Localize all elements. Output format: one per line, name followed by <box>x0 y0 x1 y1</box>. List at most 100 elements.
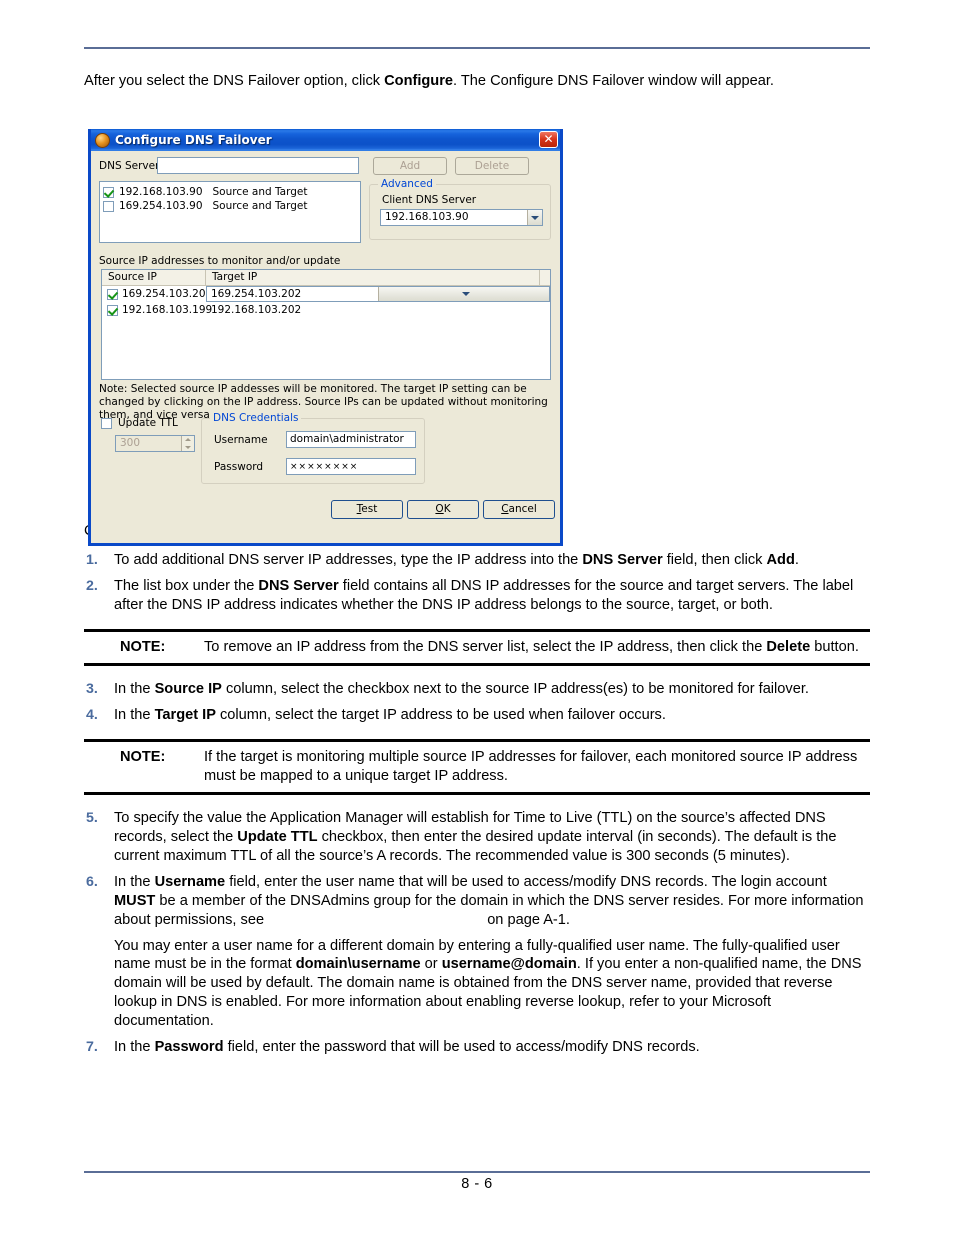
dns-server-label: DNS Server <box>99 160 160 172</box>
list-number: 1. <box>86 551 98 568</box>
ok-rest: K <box>443 503 451 515</box>
dialog-titlebar[interactable]: Configure DNS Failover ✕ <box>91 129 560 151</box>
list-item: 4. In the Target IP column, select the t… <box>84 706 870 725</box>
step4-t1: In the <box>114 706 155 723</box>
step7-t2: field, enter the password that will be u… <box>223 1039 700 1056</box>
target-ip-cell[interactable]: 192.168.103.202 <box>206 304 550 316</box>
note1-t2: button. <box>810 638 859 655</box>
intro-paragraph: After you select the DNS Failover option… <box>84 72 870 91</box>
step6-b2: MUST <box>114 892 156 909</box>
note2-t1: If the target is monitoring multiple sou… <box>204 748 858 784</box>
step2-b1: DNS Server <box>258 577 339 594</box>
list-number: 4. <box>86 706 98 723</box>
step2-t1: The list box under the <box>114 577 259 594</box>
spinner-arrows-icon[interactable] <box>181 436 194 451</box>
note-label: NOTE: <box>120 748 166 765</box>
note-block-2: NOTE: If the target is monitoring multip… <box>84 738 870 795</box>
list-item[interactable]: 169.254.103.90 Source and Target <box>100 199 360 213</box>
ok-accel: O <box>435 503 444 515</box>
close-icon[interactable]: ✕ <box>539 131 558 148</box>
step4-b1: Target IP <box>154 706 216 723</box>
server-ip: 169.254.103.90 <box>119 200 203 212</box>
checkbox-icon[interactable] <box>101 417 112 429</box>
step3-t2: column, select the checkbox next to the … <box>221 680 809 697</box>
step6-sub-b1: domain\username <box>295 956 421 973</box>
chevron-down-icon[interactable] <box>377 287 549 301</box>
note-text: If the target is monitoring multiple sou… <box>204 748 870 786</box>
checkbox-icon[interactable] <box>107 288 118 300</box>
list-item: 3. In the Source IP column, select the c… <box>84 680 870 699</box>
advanced-group: Advanced Client DNS Server 192.168.103.9… <box>369 178 551 240</box>
source-ip-section-label: Source IP addresses to monitor and/or up… <box>99 255 341 267</box>
column-header-target-ip[interactable]: Target IP <box>206 270 540 285</box>
username-value: domain\administrator <box>290 433 404 445</box>
list-item: 6. In the Username field, enter the user… <box>84 873 870 1032</box>
ttl-value: 300 <box>120 437 141 449</box>
application-icon <box>95 132 110 148</box>
dns-server-list[interactable]: 192.168.103.90 Source and Target 169.254… <box>99 181 361 243</box>
list-number: 6. <box>86 873 98 890</box>
step6-sub-b2: username@domain <box>441 956 577 973</box>
server-role: Source and Target <box>212 186 308 198</box>
source-ip-cell[interactable]: 192.168.103.199 <box>102 304 212 316</box>
column-header-source-ip[interactable]: Source IP <box>102 270 206 285</box>
source-ip-value: 192.168.103.199 <box>122 304 213 316</box>
source-target-grid[interactable]: Source IP Target IP 169.254.103.200 169.… <box>101 269 551 380</box>
dns-server-input[interactable] <box>157 157 359 174</box>
delete-button[interactable]: Delete <box>455 157 529 175</box>
ok-button[interactable]: OK <box>407 500 479 519</box>
page-number: 8 - 6 <box>461 1176 493 1192</box>
cancel-button[interactable]: Cancel <box>483 500 555 519</box>
test-button[interactable]: Test <box>331 500 403 519</box>
step6-b1: Username <box>154 873 226 890</box>
step1-b2: Add <box>766 551 795 568</box>
update-ttl-label: Update TTL <box>118 417 178 429</box>
chevron-down-icon[interactable] <box>527 210 542 225</box>
table-row[interactable]: 192.168.103.199 192.168.103.202 <box>102 302 550 318</box>
client-dns-server-value: 192.168.103.90 <box>385 211 469 223</box>
table-row[interactable]: 169.254.103.200 169.254.103.202 <box>102 286 550 302</box>
target-ip-combo[interactable]: 169.254.103.202 <box>206 286 550 302</box>
header-rule <box>84 47 870 49</box>
steps-list-part1: 1. To add additional DNS server IP addre… <box>84 551 870 615</box>
steps-list-part3: 5. To specify the value the Application … <box>84 809 870 1058</box>
target-ip-value: 192.168.103.202 <box>211 304 302 316</box>
note-label: NOTE: <box>120 638 166 655</box>
dialog-body: DNS Server Add Delete 192.168.103.90 Sou… <box>91 151 560 543</box>
client-dns-server-combo[interactable]: 192.168.103.90 <box>380 209 543 226</box>
dns-credentials-group-title: DNS Credentials <box>210 412 302 424</box>
step7-b1: Password <box>154 1039 224 1056</box>
step6-sub-t2: or <box>420 956 442 973</box>
test-rest: est <box>361 503 378 515</box>
step1-t1: To add additional DNS server IP addresse… <box>114 551 583 568</box>
ttl-spinner[interactable]: 300 <box>115 435 195 452</box>
add-button[interactable]: Add <box>373 157 447 175</box>
list-item: 5. To specify the value the Application … <box>84 809 870 866</box>
checkbox-icon[interactable] <box>103 186 114 198</box>
list-item: 2. The list box under the DNS Server fie… <box>84 577 870 615</box>
cancel-rest: ancel <box>508 503 537 515</box>
source-ip-cell[interactable]: 169.254.103.200 <box>102 288 212 300</box>
intro-before: After you select the DNS Failover option… <box>84 73 385 89</box>
checkbox-icon[interactable] <box>103 200 114 212</box>
username-field[interactable]: domain\administrator <box>286 431 416 448</box>
note1-t1: To remove an IP address from the DNS ser… <box>204 638 767 655</box>
note1-b1: Delete <box>766 638 811 655</box>
step1-t2: field, then click <box>662 551 767 568</box>
list-number: 3. <box>86 680 98 697</box>
checkbox-icon[interactable] <box>107 304 118 316</box>
steps-list-part2: 3. In the Source IP column, select the c… <box>84 680 870 725</box>
list-number: 7. <box>86 1039 98 1056</box>
password-field[interactable]: ×××××××× <box>286 458 416 475</box>
dialog-title: Configure DNS Failover <box>115 133 272 147</box>
client-dns-server-label: Client DNS Server <box>382 194 477 206</box>
note-block-1: NOTE: To remove an IP address from the D… <box>84 628 870 666</box>
step7-t1: In the <box>114 1039 155 1056</box>
grid-header: Source IP Target IP <box>102 270 550 286</box>
document-page: 8 - 6 After you select the DNS Failover … <box>0 0 954 1235</box>
update-ttl-row[interactable]: Update TTL <box>101 417 178 429</box>
list-item[interactable]: 192.168.103.90 Source and Target <box>100 185 360 199</box>
list-item: 7. In the Password field, enter the pass… <box>84 1038 870 1057</box>
intro-after: . The Configure DNS Failover window will… <box>453 73 774 89</box>
configure-dns-failover-dialog: Configure DNS Failover ✕ DNS Server Add … <box>88 129 563 546</box>
